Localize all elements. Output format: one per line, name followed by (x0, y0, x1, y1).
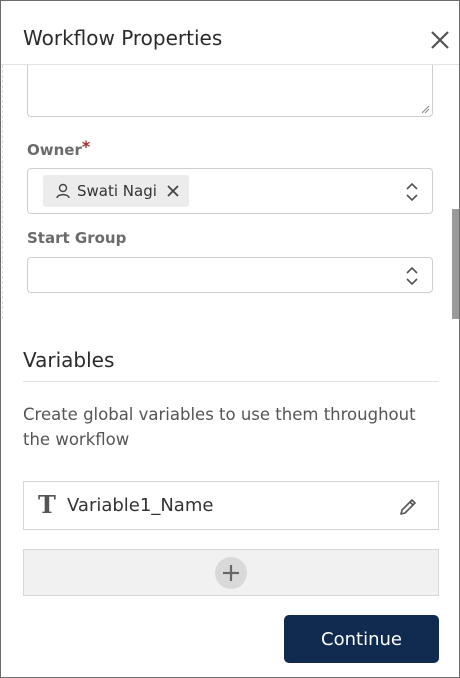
scrollbar-thumb[interactable] (452, 209, 459, 319)
remove-chip-icon[interactable] (167, 185, 179, 197)
add-variable-button[interactable] (23, 549, 439, 596)
variable-name: Variable1_Name (67, 495, 214, 516)
continue-button[interactable]: Continue (284, 615, 439, 663)
resize-grip-icon[interactable] (420, 104, 430, 114)
owner-chip: Swati Nagi (43, 175, 189, 207)
variable-row: T Variable1_Name (23, 481, 439, 530)
required-marker: * (81, 137, 91, 156)
scroll-edge (2, 65, 3, 319)
workflow-properties-dialog: Workflow Properties Owner* Swati Nagi St… (0, 0, 460, 678)
dialog-title: Workflow Properties (23, 26, 223, 50)
close-icon[interactable] (429, 29, 451, 51)
variables-heading: Variables (23, 348, 115, 372)
add-icon (215, 557, 247, 589)
user-icon (56, 183, 70, 199)
text-type-icon: T (38, 490, 56, 519)
owner-select[interactable]: Swati Nagi (27, 168, 433, 214)
owner-label-text: Owner (27, 141, 82, 159)
pencil-icon[interactable] (397, 496, 419, 518)
variables-description: Create global variables to use them thro… (23, 405, 416, 449)
chevron-up-down-icon (406, 182, 418, 202)
start-group-label: Start Group (27, 229, 127, 247)
divider (23, 381, 439, 382)
chevron-up-down-icon (406, 266, 418, 286)
start-group-select[interactable] (27, 257, 433, 293)
owner-chip-label: Swati Nagi (77, 182, 157, 200)
dialog-header: Workflow Properties (1, 1, 459, 65)
owner-label: Owner* (27, 137, 91, 159)
